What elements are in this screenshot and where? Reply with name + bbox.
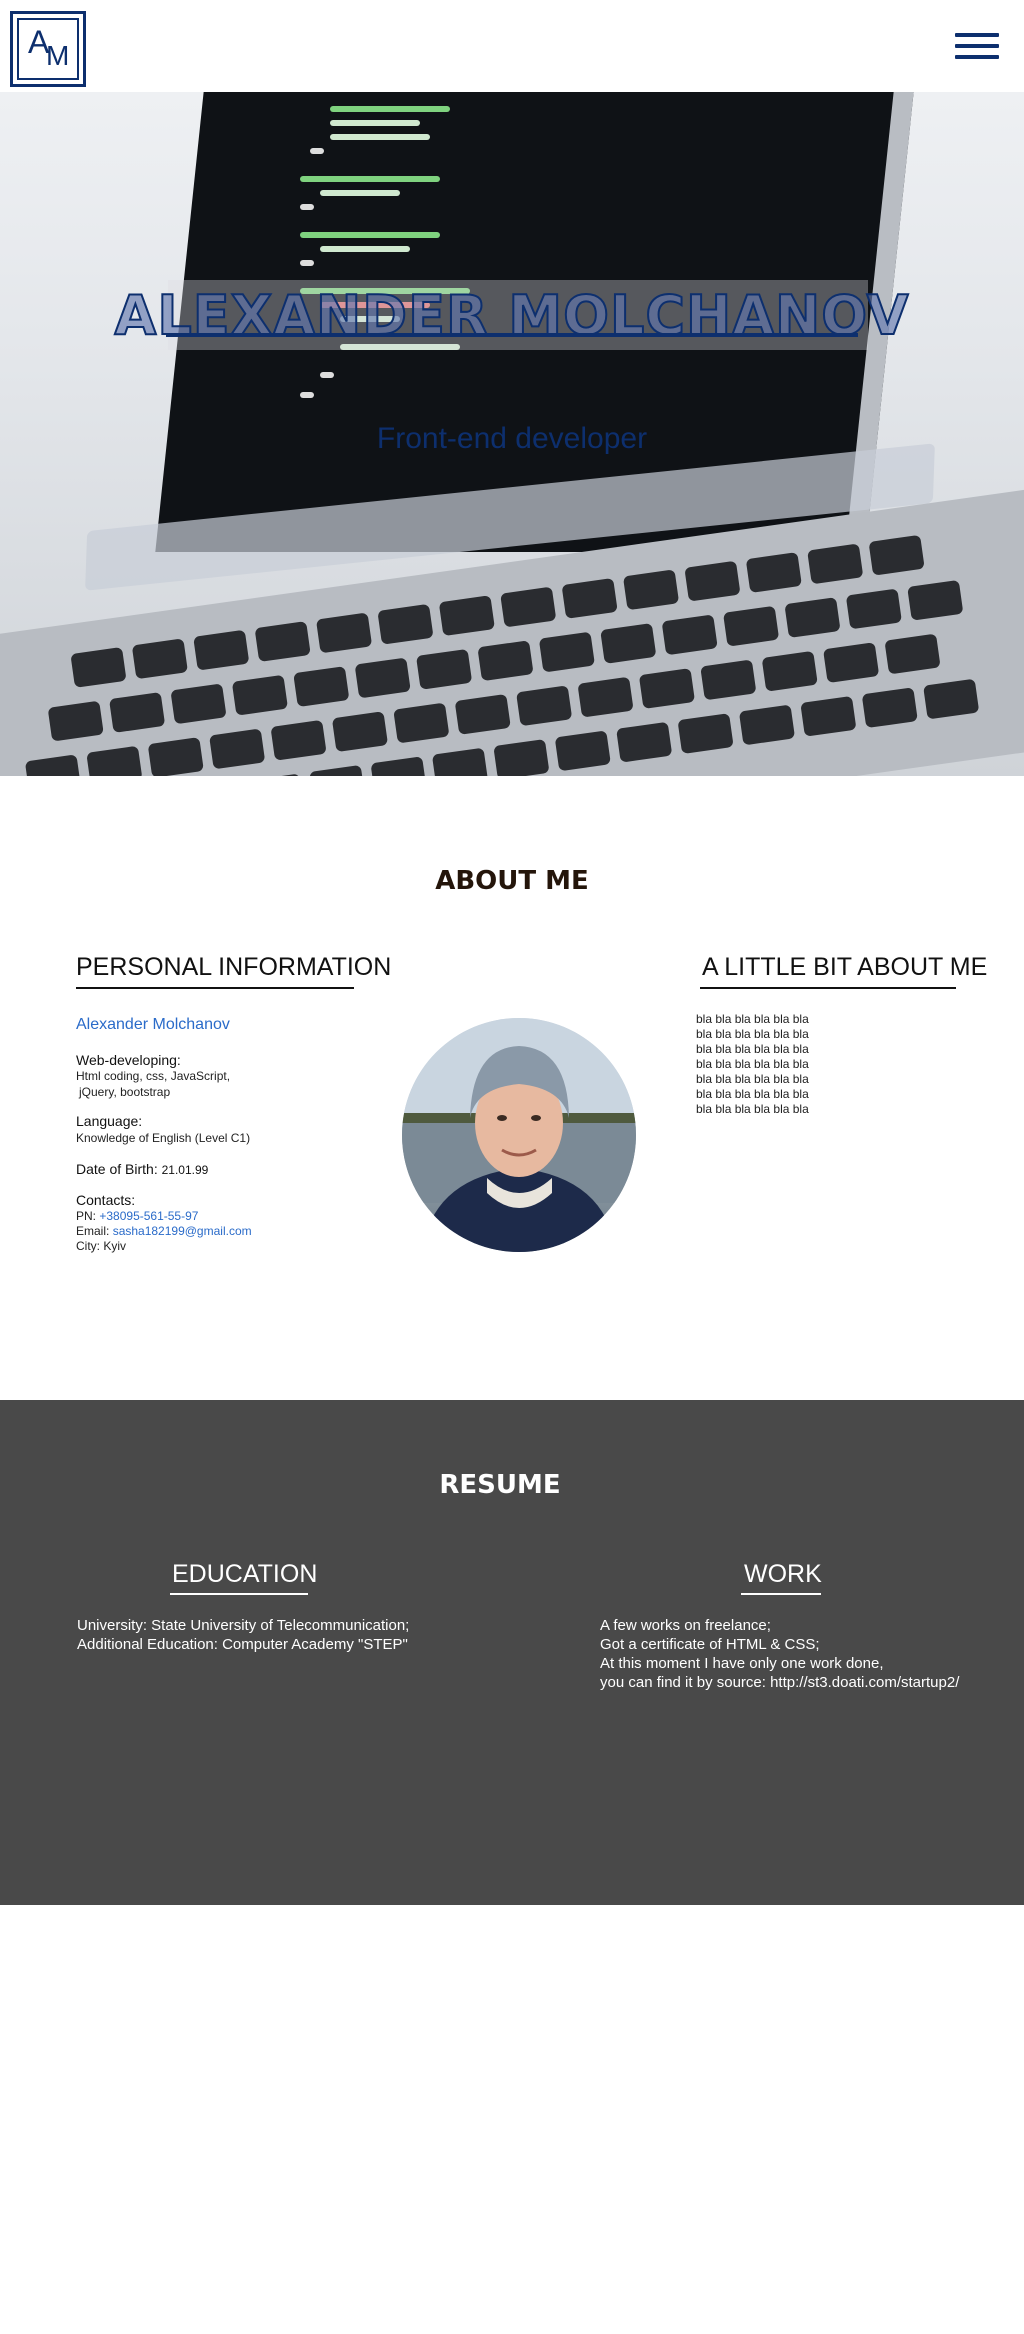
logo[interactable]: A M — [10, 11, 86, 87]
about-line: bla bla bla bla bla bla — [696, 1072, 809, 1086]
site-header: A M — [0, 0, 1024, 92]
date-of-birth: Date of Birth: 21.01.99 — [76, 1161, 208, 1177]
resume-section: RESUME EDUCATION University: State Unive… — [0, 1400, 1024, 1905]
language-text: Knowledge of English (Level C1) — [76, 1131, 251, 1145]
menu-bar — [955, 55, 999, 59]
education-underline — [170, 1593, 308, 1595]
contact-email: Email: sasha182199@gmail.com — [76, 1223, 252, 1239]
phone-link[interactable]: +38095-561-55-97 — [99, 1209, 198, 1223]
about-me-text: bla bla bla bla bla bla bla bla bla bla … — [696, 1012, 846, 1117]
education-text: University: State University of Telecomm… — [77, 1617, 410, 1653]
contact-phone: PN: +38095-561-55-97 — [76, 1208, 198, 1224]
avatar — [402, 1018, 636, 1252]
menu-bar — [955, 33, 999, 37]
about-line: bla bla bla bla bla bla — [696, 1102, 809, 1116]
logo-letter-m: M — [46, 40, 70, 71]
contacts-label: Contacts: — [76, 1192, 136, 1208]
about-line: bla bla bla bla bla bla — [696, 1057, 809, 1071]
personal-info-heading: PERSONAL INFORMATION — [76, 953, 392, 981]
web-developing-label: Web-developing: — [76, 1052, 181, 1068]
email-label: Email: — [76, 1224, 110, 1238]
phone-label: PN: — [76, 1209, 97, 1223]
work-heading: WORK — [744, 1560, 822, 1588]
hero-title-underline — [166, 333, 858, 337]
resume-section-title: RESUME — [439, 1470, 561, 1500]
hero-banner: ALEXANDER MOLCHANOV ALEXANDER MOLCHANOV … — [0, 92, 1024, 776]
language-label: Language: — [76, 1113, 143, 1129]
city-value: Kyiv — [103, 1239, 127, 1253]
logo-frame: A M — [17, 18, 79, 80]
hero-subtitle: Front-end developer — [376, 422, 648, 455]
contact-city: City: Kyiv — [76, 1238, 126, 1254]
about-line: bla bla bla bla bla bla — [696, 1087, 809, 1101]
education-heading: EDUCATION — [172, 1560, 318, 1588]
personal-info-underline — [76, 987, 354, 989]
avatar-portrait-image — [402, 1018, 636, 1252]
web-developing-text-2: jQuery, bootstrap — [79, 1085, 171, 1099]
work-text: A few works on freelance; Got a certific… — [600, 1617, 960, 1691]
web-developing-text-1: Html coding, css, JavaScript, — [76, 1069, 231, 1083]
dob-value: 21.01.99 — [161, 1163, 209, 1177]
about-line: bla bla bla bla bla bla — [696, 1042, 809, 1056]
dob-label: Date of Birth: — [76, 1161, 158, 1177]
hero-title: ALEXANDER MOLCHANOV — [114, 283, 910, 348]
about-section-title: ABOUT ME — [435, 866, 589, 896]
person-name: Alexander Molchanov — [76, 1016, 230, 1033]
little-bit-heading: A LITTLE BIT ABOUT ME — [702, 953, 988, 981]
little-bit-underline — [700, 987, 956, 989]
about-line: bla bla bla bla bla bla — [696, 1012, 809, 1026]
work-underline — [741, 1593, 821, 1595]
email-link[interactable]: sasha182199@gmail.com — [113, 1224, 252, 1238]
city-label: City: — [76, 1239, 100, 1253]
about-line: bla bla bla bla bla bla — [696, 1027, 809, 1041]
menu-bar — [955, 44, 999, 48]
hamburger-menu-icon[interactable] — [955, 33, 999, 63]
